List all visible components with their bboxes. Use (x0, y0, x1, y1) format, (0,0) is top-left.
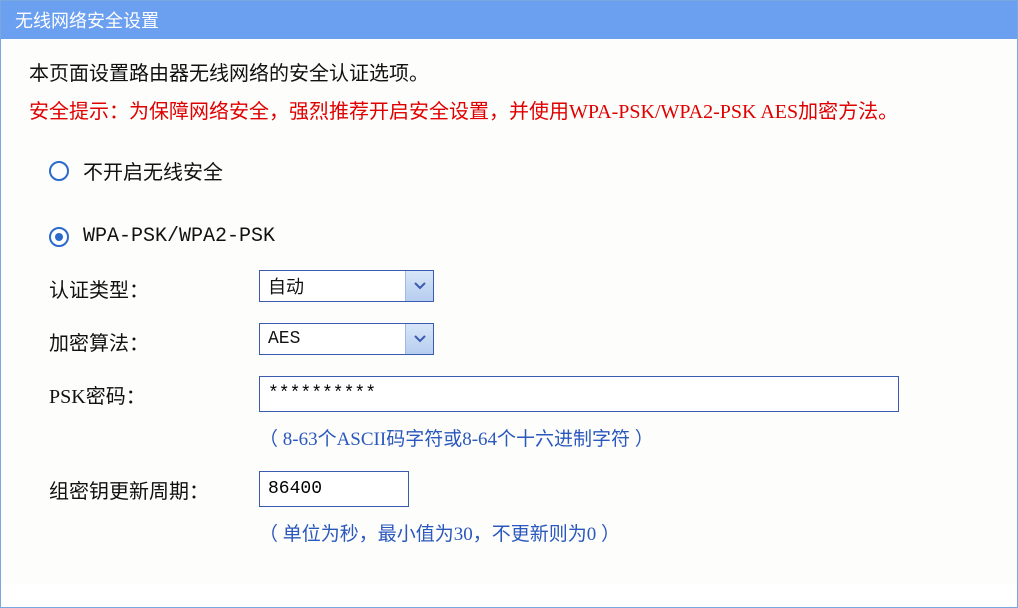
auth-type-select[interactable]: 自动 (259, 270, 434, 302)
radio-disable-security-label: 不开启无线安全 (83, 156, 223, 185)
encryption-label: 加密算法： (49, 323, 259, 356)
encryption-select[interactable]: AES (259, 323, 434, 355)
psk-password-input[interactable] (259, 376, 899, 412)
chevron-down-icon (405, 271, 433, 301)
radio-wpa-psk-label: WPA-PSK/WPA2-PSK (83, 225, 275, 248)
security-warning: 安全提示：为保障网络安全，强烈推荐开启安全设置，并使用WPA-PSK/WPA2-… (29, 96, 989, 128)
encryption-value: AES (260, 329, 405, 349)
chevron-down-icon (405, 324, 433, 354)
psk-password-row: PSK密码： （ 8-63个ASCII码字符或8-64个十六进制字符 ） (49, 376, 989, 451)
option-disable-security-row[interactable]: 不开启无线安全 (49, 156, 989, 185)
psk-password-label: PSK密码： (49, 376, 259, 409)
auth-type-value: 自动 (260, 273, 405, 299)
radio-disable-security[interactable] (49, 161, 69, 181)
intro-text: 本页面设置路由器无线网络的安全认证选项。 (29, 57, 989, 86)
option-wpa-psk-row[interactable]: WPA-PSK/WPA2-PSK (49, 225, 989, 248)
encryption-row: 加密算法： AES (49, 323, 989, 356)
group-key-hint: （ 单位为秒，最小值为30，不更新则为0 ） (259, 519, 989, 546)
panel-title: 无线网络安全设置 (15, 11, 159, 31)
wireless-security-panel: 无线网络安全设置 本页面设置路由器无线网络的安全认证选项。 安全提示：为保障网络… (0, 0, 1018, 608)
auth-type-row: 认证类型： 自动 (49, 270, 989, 303)
auth-type-label: 认证类型： (49, 270, 259, 303)
group-key-row: 组密钥更新周期： （ 单位为秒，最小值为30，不更新则为0 ） (49, 471, 989, 546)
radio-wpa-psk[interactable] (49, 227, 69, 247)
panel-content: 本页面设置路由器无线网络的安全认证选项。 安全提示：为保障网络安全，强烈推荐开启… (1, 39, 1017, 584)
psk-password-hint: （ 8-63个ASCII码字符或8-64个十六进制字符 ） (259, 424, 989, 451)
group-key-label: 组密钥更新周期： (49, 471, 259, 504)
group-key-input[interactable] (259, 471, 409, 507)
panel-header: 无线网络安全设置 (1, 1, 1017, 39)
